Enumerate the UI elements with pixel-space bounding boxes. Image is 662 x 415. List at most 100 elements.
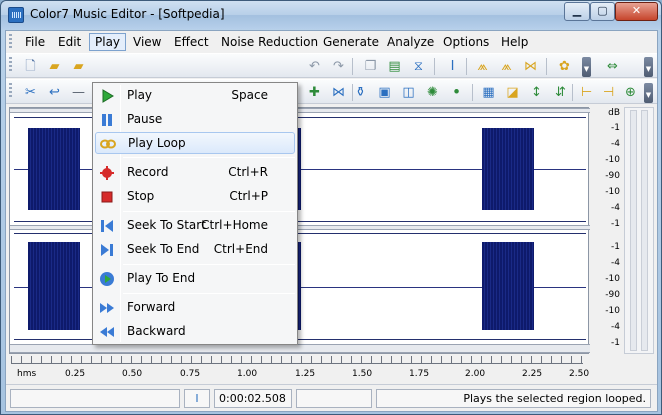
effect-chain-icon[interactable]: ✿ <box>556 58 573 75</box>
menu-item-label: Play <box>127 88 153 102</box>
menu-item-label: Record <box>127 165 169 179</box>
copy-icon[interactable]: ❐ <box>362 58 379 75</box>
menu-item-play[interactable]: Play Space <box>95 85 295 107</box>
fit-window-icon[interactable]: ▣ <box>376 84 393 101</box>
chorus-icon[interactable]: ꔷ <box>448 84 465 101</box>
time-tick: 0.25 <box>65 369 86 379</box>
pitch-icon[interactable]: ↕ <box>528 84 545 101</box>
crossfade-icon[interactable]: ⋈ <box>522 58 539 75</box>
menu-item-seek-to-end[interactable]: Seek To End Ctrl+End <box>95 239 295 261</box>
menu-generate[interactable]: Generate <box>318 33 384 51</box>
position-readout: 0:00:02.508 <box>214 389 292 408</box>
menu-options[interactable]: Options <box>438 33 494 51</box>
menu-play[interactable]: Play <box>89 33 127 51</box>
menu-item-label: Play Loop <box>128 136 186 150</box>
menu-item-backward[interactable]: Backward <box>95 321 295 343</box>
zoom-in-icon[interactable]: ⊕ <box>622 84 639 101</box>
open-recent-icon[interactable]: ▰ <box>70 58 87 75</box>
menu-help[interactable]: Help <box>496 33 533 51</box>
db-tick: -10 <box>605 306 620 316</box>
menu-item-play-loop[interactable]: Play Loop <box>95 132 295 154</box>
waveform-segment <box>482 242 534 330</box>
toolbar1-overflow-icon[interactable]: ▼ <box>582 57 591 77</box>
close-button[interactable]: ✕ <box>615 2 658 21</box>
app-icon <box>8 7 24 23</box>
zoom-selection-icon[interactable]: ⇔ <box>604 58 621 75</box>
time-tick: 0.75 <box>180 369 201 379</box>
menubar-grip-icon[interactable] <box>9 34 12 50</box>
waveform-segment <box>28 128 80 210</box>
menu-item-label: Seek To End <box>127 242 200 256</box>
db-tick: -90 <box>605 290 620 300</box>
toolbar2-overflow-icon[interactable]: ▼ <box>644 83 653 103</box>
window-title: Color7 Music Editor - [Softpedia] <box>30 7 225 21</box>
menu-item-forward[interactable]: Forward <box>95 297 295 319</box>
time-tick: 1.50 <box>352 369 373 379</box>
status-bar: I 0:00:02.508 Plays the selected region … <box>6 384 657 411</box>
reverse-icon[interactable]: ⋈ <box>330 84 347 101</box>
level-meter-right <box>641 110 648 351</box>
time-tick: 2.25 <box>522 369 543 379</box>
menu-view[interactable]: View <box>128 33 166 51</box>
menu-item-play-to-end[interactable]: Play To End <box>95 268 295 290</box>
record-icon <box>100 166 114 180</box>
volume-icon[interactable]: ⚱ <box>352 84 369 101</box>
menu-edit[interactable]: Edit <box>53 33 86 51</box>
marker-right-icon[interactable]: ⊣ <box>600 84 617 101</box>
menu-file[interactable]: File <box>20 33 50 51</box>
db-tick: -10 <box>605 155 620 165</box>
loop-icon <box>100 139 116 149</box>
time-unit-label: hms <box>17 369 37 379</box>
new-file-icon[interactable]: 🗋 <box>22 58 39 75</box>
db-tick: -1 <box>611 242 620 252</box>
redo-icon[interactable]: ↷ <box>330 58 347 75</box>
level-meter-left <box>630 110 637 351</box>
minus-icon[interactable]: — <box>70 84 87 101</box>
db-tick: -4 <box>611 258 620 268</box>
maximize-button[interactable]: ▢ <box>590 2 615 21</box>
db-tick: -4 <box>611 139 620 149</box>
menu-item-label: Stop <box>127 189 155 203</box>
equalizer-icon[interactable]: ▦ <box>480 84 497 101</box>
open-folder-icon[interactable]: ▰ <box>46 58 63 75</box>
waveform-segment <box>482 128 534 210</box>
fade-in-icon[interactable]: ⩕ <box>474 58 491 75</box>
toolbar-grip-icon[interactable] <box>9 57 12 73</box>
menu-effect[interactable]: Effect <box>169 33 214 51</box>
amplify-icon[interactable]: ◪ <box>504 84 521 101</box>
status-cell-blank <box>296 389 372 408</box>
menu-noise-reduction[interactable]: Noise Reduction <box>216 33 323 51</box>
time-tick: 1.75 <box>409 369 430 379</box>
normalize-icon[interactable]: ✚ <box>306 84 323 101</box>
loop-back-icon[interactable]: ↩ <box>46 84 63 101</box>
menu-item-shortcut: Ctrl+R <box>228 165 268 179</box>
play-to-end-icon <box>100 272 114 286</box>
cursor-icon[interactable]: I <box>444 58 461 75</box>
split-icon[interactable]: ⇵ <box>552 84 569 101</box>
title-bar[interactable]: Color7 Music Editor - [Softpedia] ▁ ▢ ✕ <box>1 1 661 29</box>
db-tick: -1 <box>611 219 620 229</box>
echo-icon[interactable]: ✺ <box>424 84 441 101</box>
minimize-button[interactable]: ▁ <box>564 2 590 21</box>
status-cell-empty <box>10 389 180 408</box>
paste-icon[interactable]: ▤ <box>386 58 403 75</box>
status-message: Plays the selected region looped. <box>376 389 651 408</box>
menu-item-record[interactable]: Record Ctrl+R <box>95 162 295 184</box>
cut-icon[interactable]: ✂ <box>22 84 39 101</box>
db-tick: -90 <box>605 171 620 181</box>
toolbar2-grip-icon[interactable] <box>9 83 12 99</box>
db-tick: -10 <box>605 274 620 284</box>
undo-icon[interactable]: ↶ <box>306 58 323 75</box>
menu-analyze[interactable]: Analyze <box>382 33 439 51</box>
db-scale: dB -1 -4 -10 -90 -10 -4 -1 -1 -4 -10 -90… <box>590 107 622 354</box>
db-tick: -4 <box>611 322 620 332</box>
channels-icon[interactable]: ◫ <box>400 84 417 101</box>
fade-out-icon[interactable]: ⩕ <box>498 58 515 75</box>
menu-item-stop[interactable]: Stop Ctrl+P <box>95 186 295 208</box>
time-ruler[interactable]: hms 0.25 0.50 0.75 1.00 1.25 1.50 1.75 2… <box>9 355 589 383</box>
menu-item-seek-to-start[interactable]: Seek To Start Ctrl+Home <box>95 215 295 237</box>
marker-left-icon[interactable]: ⊢ <box>578 84 595 101</box>
toolbar1b-overflow-icon[interactable]: ▼ <box>644 57 653 77</box>
trim-icon[interactable]: ⧖ <box>410 58 427 75</box>
menu-item-pause[interactable]: Pause <box>95 109 295 131</box>
